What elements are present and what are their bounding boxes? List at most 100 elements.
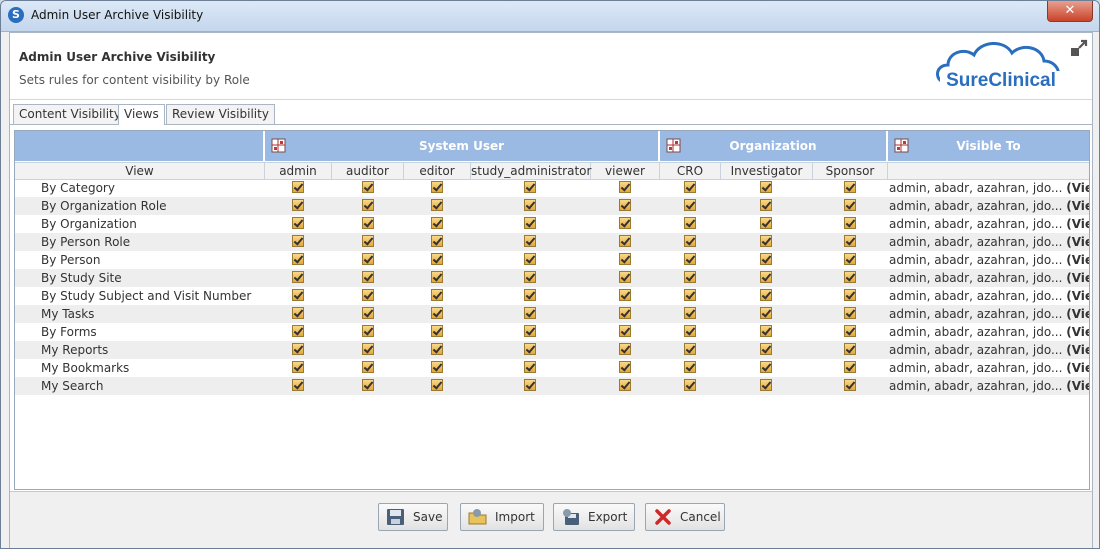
visibility-checkbox[interactable]: [619, 289, 631, 301]
visibility-checkbox[interactable]: [292, 217, 304, 229]
visibility-checkbox[interactable]: [362, 325, 374, 337]
visibility-checkbox[interactable]: [844, 343, 856, 355]
visibility-checkbox[interactable]: [619, 325, 631, 337]
visibility-checkbox[interactable]: [760, 217, 772, 229]
visibility-checkbox[interactable]: [292, 361, 304, 373]
visibility-checkbox[interactable]: [431, 199, 443, 211]
visibility-checkbox[interactable]: [431, 271, 443, 283]
visibility-checkbox[interactable]: [362, 199, 374, 211]
table-row[interactable]: By Study Subject and Visit Number admin, …: [15, 287, 1089, 305]
visibility-checkbox[interactable]: [292, 325, 304, 337]
view-users-link[interactable]: (View): [1066, 253, 1089, 267]
visibility-checkbox[interactable]: [760, 379, 772, 391]
visibility-checkbox[interactable]: [760, 325, 772, 337]
table-row[interactable]: By Category admin, abadr, azahran, jdo...…: [15, 179, 1089, 197]
visibility-checkbox[interactable]: [362, 307, 374, 319]
visibility-checkbox[interactable]: [684, 271, 696, 283]
view-users-link[interactable]: (View): [1066, 199, 1089, 213]
group-header-system-user[interactable]: System User: [265, 131, 658, 161]
visibility-checkbox[interactable]: [684, 181, 696, 193]
visibility-checkbox[interactable]: [619, 217, 631, 229]
visibility-checkbox[interactable]: [844, 199, 856, 211]
view-users-link[interactable]: (View): [1066, 271, 1089, 285]
visibility-checkbox[interactable]: [760, 289, 772, 301]
visibility-checkbox[interactable]: [684, 343, 696, 355]
column-header-cro[interactable]: CRO: [660, 163, 721, 179]
table-row[interactable]: By Study Site admin, abadr, azahran, jdo.…: [15, 269, 1089, 287]
view-users-link[interactable]: (View): [1066, 379, 1089, 393]
visibility-checkbox[interactable]: [431, 181, 443, 193]
visibility-checkbox[interactable]: [760, 199, 772, 211]
visibility-checkbox[interactable]: [362, 361, 374, 373]
visibility-checkbox[interactable]: [844, 235, 856, 247]
title-bar[interactable]: S Admin User Archive Visibility ✕: [1, 1, 1099, 32]
visibility-checkbox[interactable]: [292, 235, 304, 247]
visibility-checkbox[interactable]: [292, 343, 304, 355]
visibility-checkbox[interactable]: [619, 271, 631, 283]
visibility-checkbox[interactable]: [431, 361, 443, 373]
column-header-viewer[interactable]: viewer: [591, 163, 660, 179]
visibility-checkbox[interactable]: [524, 379, 536, 391]
visibility-checkbox[interactable]: [760, 181, 772, 193]
column-header-sponsor[interactable]: Sponsor: [813, 163, 888, 179]
table-row[interactable]: My Tasks admin, abadr, azahran, jdo... (V…: [15, 305, 1089, 323]
table-row[interactable]: By Organization admin, abadr, azahran, jd…: [15, 215, 1089, 233]
visibility-checkbox[interactable]: [684, 361, 696, 373]
group-header-organization[interactable]: Organization: [660, 131, 886, 161]
visibility-checkbox[interactable]: [524, 361, 536, 373]
visibility-checkbox[interactable]: [431, 379, 443, 391]
visibility-checkbox[interactable]: [844, 181, 856, 193]
table-row[interactable]: My Reports admin, abadr, azahran, jdo... …: [15, 341, 1089, 359]
visibility-checkbox[interactable]: [524, 325, 536, 337]
visibility-checkbox[interactable]: [844, 361, 856, 373]
tab-review-visibility[interactable]: Review Visibility: [166, 104, 275, 124]
table-row[interactable]: My Bookmarks admin, abadr, azahran, jdo..…: [15, 359, 1089, 377]
visibility-checkbox[interactable]: [844, 307, 856, 319]
visibility-checkbox[interactable]: [524, 181, 536, 193]
visibility-checkbox[interactable]: [760, 343, 772, 355]
visibility-checkbox[interactable]: [362, 217, 374, 229]
visibility-checkbox[interactable]: [292, 307, 304, 319]
visibility-checkbox[interactable]: [431, 343, 443, 355]
view-users-link[interactable]: (View): [1066, 217, 1089, 231]
visibility-checkbox[interactable]: [524, 271, 536, 283]
import-button[interactable]: Import: [460, 503, 544, 531]
visibility-checkbox[interactable]: [524, 289, 536, 301]
visibility-checkbox[interactable]: [684, 379, 696, 391]
visibility-checkbox[interactable]: [619, 343, 631, 355]
visibility-checkbox[interactable]: [760, 271, 772, 283]
visibility-checkbox[interactable]: [292, 271, 304, 283]
visibility-checkbox[interactable]: [844, 217, 856, 229]
view-users-link[interactable]: (View): [1066, 289, 1089, 303]
visibility-checkbox[interactable]: [619, 199, 631, 211]
visibility-checkbox[interactable]: [362, 181, 374, 193]
visibility-checkbox[interactable]: [292, 199, 304, 211]
visibility-checkbox[interactable]: [619, 307, 631, 319]
visibility-checkbox[interactable]: [524, 343, 536, 355]
visibility-checkbox[interactable]: [760, 253, 772, 265]
visibility-checkbox[interactable]: [760, 235, 772, 247]
visibility-checkbox[interactable]: [684, 307, 696, 319]
visibility-checkbox[interactable]: [844, 379, 856, 391]
visibility-checkbox[interactable]: [844, 253, 856, 265]
view-users-link[interactable]: (View): [1066, 235, 1089, 249]
table-row[interactable]: By Forms admin, abadr, azahran, jdo... (V…: [15, 323, 1089, 341]
column-settings-icon[interactable]: [271, 138, 286, 153]
table-row[interactable]: My Search admin, abadr, azahran, jdo... (…: [15, 377, 1089, 395]
column-header-study-administrator[interactable]: study_administrator: [471, 163, 591, 179]
visibility-checkbox[interactable]: [362, 343, 374, 355]
table-row[interactable]: By Person Role admin, abadr, azahran, jdo…: [15, 233, 1089, 251]
visibility-checkbox[interactable]: [844, 325, 856, 337]
visibility-checkbox[interactable]: [524, 199, 536, 211]
column-header-view[interactable]: View: [15, 163, 265, 179]
visibility-checkbox[interactable]: [619, 379, 631, 391]
column-header-visible-to[interactable]: [888, 163, 1089, 179]
table-row[interactable]: By Organization Role admin, abadr, azahra…: [15, 197, 1089, 215]
visibility-checkbox[interactable]: [431, 307, 443, 319]
column-header-admin[interactable]: admin: [265, 163, 332, 179]
view-users-link[interactable]: (View): [1066, 343, 1089, 357]
view-users-link[interactable]: (View): [1066, 307, 1089, 321]
visibility-checkbox[interactable]: [292, 253, 304, 265]
visibility-checkbox[interactable]: [524, 235, 536, 247]
visibility-checkbox[interactable]: [760, 307, 772, 319]
